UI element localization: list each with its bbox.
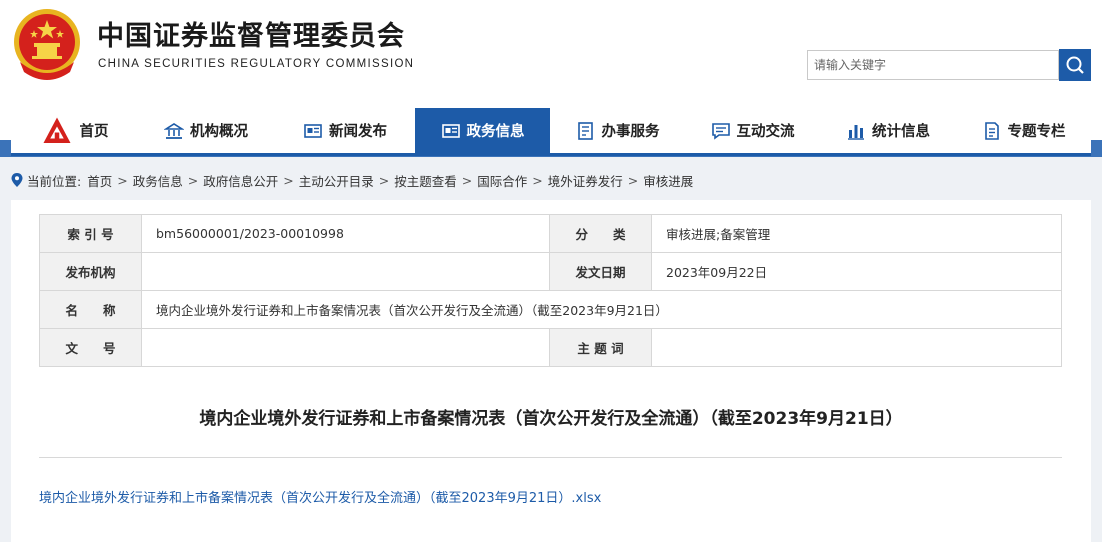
search-button[interactable]	[1059, 49, 1091, 81]
site-header: 中国证券监督管理委员会 CHINA SECURITIES REGULATORY …	[0, 0, 1102, 108]
news-icon	[304, 123, 322, 138]
date-label: 发文日期	[549, 252, 652, 291]
breadcrumb-link[interactable]: 审核进展	[643, 171, 693, 190]
breadcrumb-link[interactable]: 政务信息	[133, 171, 183, 190]
chat-icon	[711, 122, 730, 140]
nav-item-label: 首页	[79, 124, 109, 140]
nav-item-label: 专题专栏	[1007, 124, 1066, 140]
index-label: 索 引 号	[39, 214, 142, 253]
nav-item-services[interactable]: 办事服务	[550, 108, 685, 153]
nav-item-label: 互动交流	[736, 124, 795, 140]
nav-item-interaction[interactable]: 互动交流	[685, 108, 820, 153]
site-title: 中国证券监督管理委员会	[97, 21, 405, 52]
breadcrumb-separator: >	[117, 172, 128, 188]
breadcrumb-separator: >	[187, 172, 199, 188]
location-pin-icon	[11, 173, 23, 187]
publisher-value	[141, 252, 550, 291]
breadcrumb-link[interactable]: 首页	[87, 171, 112, 190]
bar-chart-icon	[848, 124, 864, 140]
table-row: 发布机构 发文日期 2023年09月22日	[39, 252, 1062, 291]
national-emblem-icon	[14, 9, 80, 80]
search-input[interactable]	[807, 50, 1059, 80]
nav-item-news[interactable]: 新闻发布	[275, 108, 415, 153]
csrc-logo-icon	[43, 117, 70, 143]
divider	[39, 457, 1062, 458]
doc-no-value	[141, 328, 550, 367]
breadcrumb-separator: >	[378, 172, 390, 188]
publisher-label: 发布机构	[39, 252, 142, 291]
subject-label: 主 题 词	[549, 328, 652, 367]
building-icon	[164, 122, 184, 139]
breadcrumb-link[interactable]: 主动公开目录	[299, 171, 374, 190]
breadcrumb-separator: >	[627, 172, 639, 188]
site-subtitle: CHINA SECURITIES REGULATORY COMMISSION	[98, 58, 415, 70]
gov-info-icon	[441, 123, 460, 138]
nav-item-label: 统计信息	[872, 124, 930, 140]
search-icon	[1066, 56, 1084, 74]
nav-item-statistics[interactable]: 统计信息	[820, 108, 956, 153]
breadcrumb-separator: >	[461, 172, 473, 188]
nav-item-label: 办事服务	[601, 124, 660, 140]
breadcrumb-link[interactable]: 政府信息公开	[203, 171, 278, 190]
main-nav: 首页 机构概况 新闻发布 政务信息 办事服务 互动交流 统计信息 专题专栏	[11, 108, 1091, 156]
nav-item-label: 机构概况	[190, 124, 248, 140]
nav-item-topics[interactable]: 专题专栏	[956, 108, 1091, 153]
table-row: 名 称 境内企业境外发行证券和上市备案情况表（首次公开发行及全流通）（截至202…	[39, 290, 1062, 329]
breadcrumb: 当前位置: 首页 > 政务信息 > 政府信息公开 > 主动公开目录 > 按主题查…	[11, 170, 693, 190]
attachment-link[interactable]: 境内企业境外发行证券和上市备案情况表（首次公开发行及全流通）（截至2023年9月…	[39, 487, 601, 506]
nav-item-home[interactable]: 首页	[11, 108, 137, 153]
category-value: 审核进展;备案管理	[651, 214, 1062, 253]
document-icon	[984, 121, 999, 140]
nav-item-gov-info[interactable]: 政务信息	[415, 108, 550, 153]
table-row: 索 引 号 bm56000001/2023-00010998 分 类 审核进展;…	[39, 214, 1062, 253]
breadcrumb-link[interactable]: 境外证券发行	[548, 171, 623, 190]
table-row: 文 号 主 题 词	[39, 328, 1062, 367]
nav-item-label: 新闻发布	[329, 124, 387, 140]
nav-item-about[interactable]: 机构概况	[137, 108, 275, 153]
nav-item-label: 政务信息	[466, 124, 525, 140]
category-label: 分 类	[549, 214, 652, 253]
name-value: 境内企业境外发行证券和上市备案情况表（首次公开发行及全流通）（截至2023年9月…	[141, 290, 1062, 329]
service-list-icon	[577, 121, 593, 140]
date-value: 2023年09月22日	[651, 252, 1062, 291]
index-value: bm56000001/2023-00010998	[141, 214, 550, 253]
breadcrumb-link[interactable]: 按主题查看	[394, 171, 457, 190]
name-label: 名 称	[39, 290, 142, 329]
breadcrumb-link[interactable]: 国际合作	[477, 171, 527, 190]
article-card: 索 引 号 bm56000001/2023-00010998 分 类 审核进展;…	[11, 200, 1091, 542]
article-title: 境内企业境外发行证券和上市备案情况表（首次公开发行及全流通）（截至2023年9月…	[199, 409, 903, 429]
breadcrumb-separator: >	[283, 172, 294, 188]
breadcrumb-prefix: 当前位置:	[27, 173, 82, 189]
doc-no-label: 文 号	[39, 328, 142, 367]
subject-value	[651, 328, 1062, 367]
metadata-table: 索 引 号 bm56000001/2023-00010998 分 类 审核进展;…	[39, 214, 1062, 367]
breadcrumb-separator: >	[532, 172, 543, 188]
